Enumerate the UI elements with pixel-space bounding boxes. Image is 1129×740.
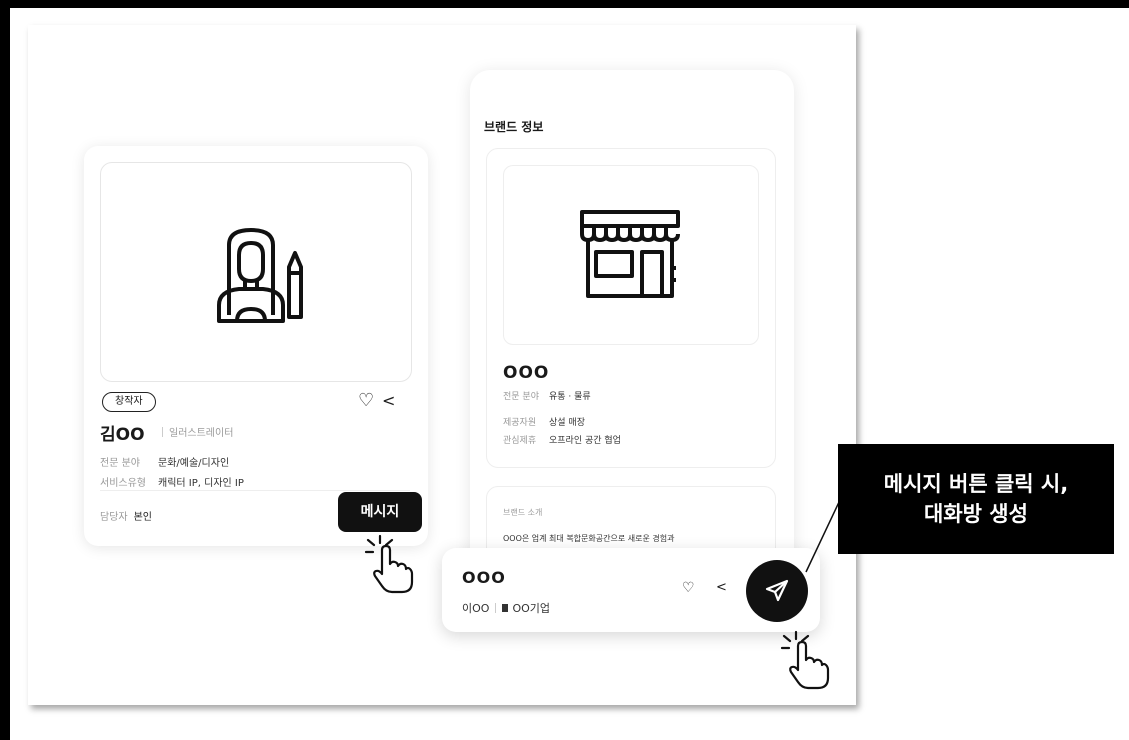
annotation-line-2: 대화방 생성 bbox=[924, 502, 1028, 526]
callout-connector-line bbox=[805, 499, 841, 573]
annotation-line-1: 메시지 버튼 클릭 시, bbox=[883, 472, 1069, 496]
annotation-callout: 메시지 버튼 클릭 시, 대화방 생성 bbox=[838, 444, 1114, 554]
